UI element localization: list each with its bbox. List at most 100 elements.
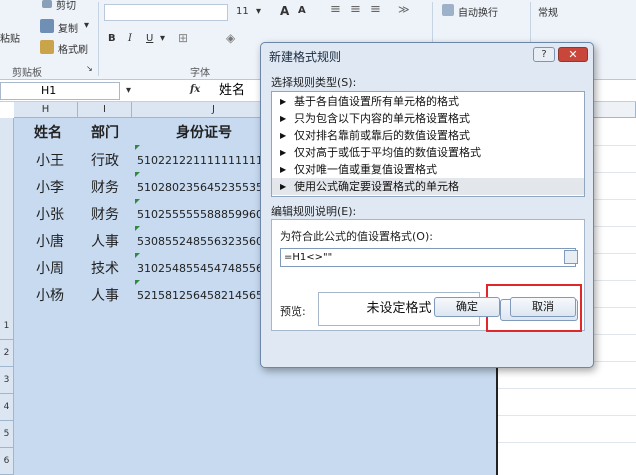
cell-name[interactable]: 小唐 [36,231,64,251]
fx-icon[interactable]: fx [190,84,200,95]
number-format-box[interactable]: 常规 [538,4,558,19]
font-group-label: 字体 [190,68,210,79]
cell-id[interactable]: 530855248556323560 [137,235,263,248]
close-button[interactable]: ✕ [558,47,588,62]
name-box-dropdown-icon[interactable]: ▾ [126,85,131,96]
formula-input[interactable]: =H1<>"" [280,248,578,267]
cell-id[interactable]: 510221221111111111 [137,154,263,167]
column-header-i[interactable]: I [78,102,132,118]
font-size-dropdown-icon[interactable]: ▾ [256,6,261,17]
wrap-text-button[interactable]: 自动换行 [458,4,498,19]
rule-type-text: 仅对唯一值或重复值设置格式 [294,163,437,176]
clipboard-launcher-icon[interactable]: ↘ [86,64,93,73]
formula-label: 为符合此公式的值设置格式(O): [280,230,433,243]
header-dept[interactable]: 部门 [91,122,119,142]
rule-type-item[interactable]: ▶ 仅对高于或低于平均值的数值设置格式 [272,144,584,161]
copy-dropdown-icon[interactable]: ▾ [84,20,89,31]
cell-name[interactable]: 小王 [36,150,64,170]
cell-dept[interactable]: 财务 [91,177,119,197]
error-indicator [135,253,140,258]
rule-type-list[interactable]: ▶ 基于各自值设置所有单元格的格式 ▶ 只为包含以下内容的单元格设置格式 ▶ 仅对排名… [271,91,585,197]
format-painter-button[interactable]: 格式刷 [58,41,88,56]
row-header-4[interactable]: 4 [0,394,14,421]
cell-id[interactable]: 510255555588859960 [137,208,263,221]
error-indicator [135,145,140,150]
rule-type-item-selected[interactable]: ▶ 使用公式确定要设置格式的单元格 [272,178,584,195]
bullet-icon: ▶ [280,97,287,106]
column-label: H [41,104,50,115]
rule-type-text: 仅对排名靠前或靠后的数值设置格式 [294,129,470,142]
format-painter-icon [40,40,54,54]
orientation-icon[interactable]: ≫ [398,3,410,16]
bullet-icon: ▶ [280,182,287,191]
cut-button[interactable]: 剪切 [56,0,76,12]
column-header-h[interactable]: H [14,102,78,118]
row-label: 4 [3,402,10,412]
border-icon[interactable]: ⊞ [178,31,188,45]
header-name[interactable]: 姓名 [34,122,62,142]
cell-dept[interactable]: 财务 [91,204,119,224]
align-middle-icon[interactable]: ≡ [350,2,361,17]
rule-type-item[interactable]: ▶ 仅对排名靠前或靠后的数值设置格式 [272,127,584,144]
cell-id[interactable]: 521581256458214565 [137,289,263,302]
copy-button[interactable]: 复制 [58,20,78,35]
dialog-title: 新建格式规则 [269,50,342,64]
font-name-box[interactable] [104,4,228,21]
bullet-icon: ▶ [280,131,287,140]
copy-icon [40,19,54,33]
row-label: 6 [3,456,10,466]
collapse-dialog-icon[interactable] [564,250,578,264]
scissors-icon [42,0,52,8]
cell-dept[interactable]: 技术 [91,258,119,278]
cell-id[interactable]: 510280235645235535 [137,181,263,194]
cancel-button[interactable]: 取消 [510,297,576,317]
row-header-1[interactable]: 1 [0,313,14,340]
wrap-text-icon [442,4,454,16]
error-indicator [135,280,140,285]
row-header-3[interactable]: 3 [0,367,14,394]
error-indicator [135,172,140,177]
header-id[interactable]: 身份证号 [176,122,232,142]
cell-dept[interactable]: 人事 [91,231,119,251]
help-button[interactable]: ? [533,47,555,62]
font-size-box[interactable]: 11 [236,6,249,17]
row-header-2[interactable]: 2 [0,340,14,367]
rule-type-text: 仅对高于或低于平均值的数值设置格式 [294,146,481,159]
column-label: J [212,104,215,115]
cell-dept[interactable]: 行政 [91,150,119,170]
cell-dept[interactable]: 人事 [91,285,119,305]
cell-id[interactable]: 310254855454748556 [137,262,263,275]
row-header-6[interactable]: 6 [0,448,14,475]
row-label: 3 [3,375,10,385]
fill-color-icon[interactable]: ◈ [226,31,235,45]
shrink-font-button[interactable]: A [298,5,306,16]
bullet-icon: ▶ [280,114,287,123]
rule-type-label: 选择规则类型(S): [271,76,357,89]
italic-button[interactable]: I [128,33,132,44]
cell-name[interactable]: 小杨 [36,285,64,305]
rule-type-text: 基于各自值设置所有单元格的格式 [294,95,459,108]
ok-button[interactable]: 确定 [434,297,500,317]
grow-font-button[interactable]: A [280,4,289,18]
paste-button[interactable]: 粘贴 [0,30,20,45]
bold-button[interactable]: B [108,33,116,44]
cell-name[interactable]: 小周 [36,258,64,278]
rule-type-item[interactable]: ▶ 仅对唯一值或重复值设置格式 [272,161,584,178]
underline-dropdown-icon[interactable]: ▾ [160,33,165,44]
row-label: 1 [3,321,10,331]
rule-type-item[interactable]: ▶ 基于各自值设置所有单元格的格式 [272,93,584,110]
cell-name[interactable]: 小张 [36,204,64,224]
rule-type-item[interactable]: ▶ 只为包含以下内容的单元格设置格式 [272,110,584,127]
cell-name[interactable]: 小李 [36,177,64,197]
align-bottom-icon[interactable]: ≡ [370,2,381,17]
name-box[interactable]: H1 [0,82,120,100]
align-top-icon[interactable]: ≡ [330,2,341,17]
clipboard-group-label: 剪贴板 [12,68,42,79]
row-label: 5 [3,429,10,439]
error-indicator [135,199,140,204]
rule-type-text: 使用公式确定要设置格式的单元格 [294,180,459,193]
formula-value: =H1<>"" [284,252,333,263]
row-header-5[interactable]: 5 [0,421,14,448]
preview-label: 预览: [280,305,306,318]
underline-button[interactable]: U [146,33,153,44]
